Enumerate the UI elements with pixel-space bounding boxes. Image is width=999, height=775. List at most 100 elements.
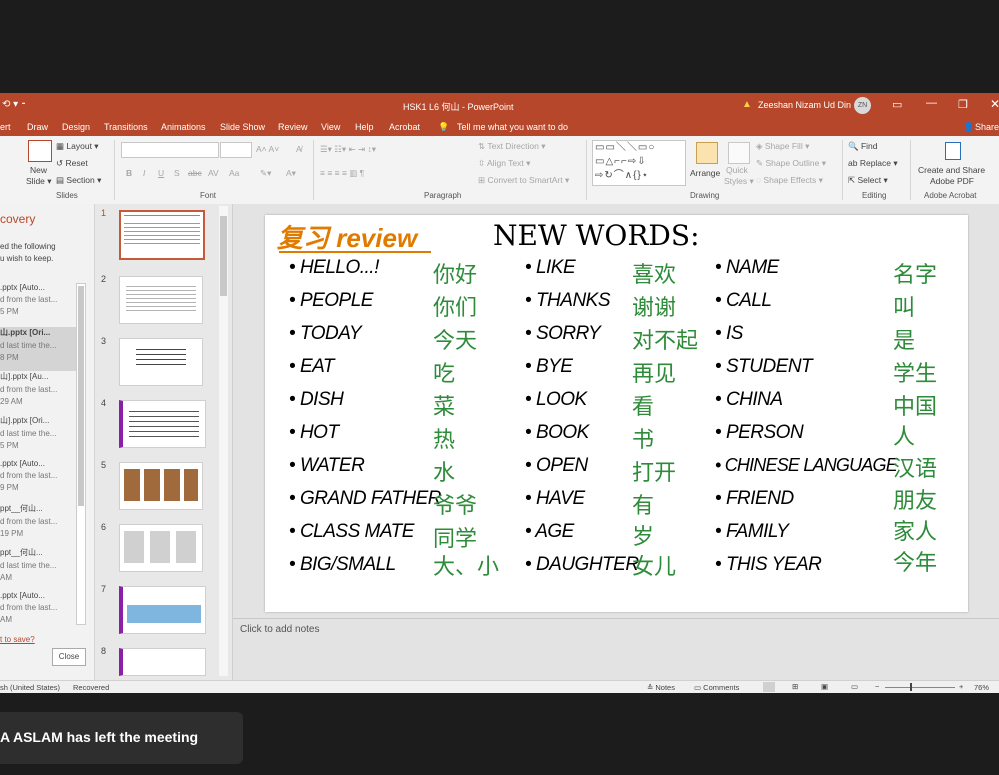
slide-canvas[interactable]: 复习 review NEW WORDS: • HELLO...! 你好 • PE… (265, 215, 968, 612)
ribbon-display-icon[interactable]: ▭ (892, 98, 902, 111)
quick-styles-icon[interactable] (728, 142, 750, 164)
shadow-button[interactable]: S (174, 168, 180, 178)
zoom-slider-thumb[interactable] (910, 683, 912, 691)
tab-help[interactable]: Help (355, 122, 374, 132)
slide-thumbnail-1[interactable] (119, 210, 205, 260)
thumb-images (124, 469, 198, 501)
tab-insert[interactable]: ert (0, 122, 11, 132)
language-status[interactable]: sh (United States) (0, 683, 60, 692)
font-name-box[interactable] (121, 142, 219, 158)
avatar[interactable]: ZN (854, 97, 871, 114)
zoom-out-icon[interactable]: − (875, 682, 879, 691)
notes-placeholder[interactable]: Click to add notes (240, 624, 320, 635)
font-size-icons[interactable]: A˄ A˅ (256, 144, 279, 154)
slide-thumbnail-7[interactable] (119, 586, 206, 634)
tab-transitions[interactable]: Transitions (104, 122, 148, 132)
italic-button[interactable]: I (143, 168, 145, 178)
user-name[interactable]: Zeeshan Nizam Ud Din (758, 100, 851, 110)
quick-styles-label[interactable]: Styles ▾ (724, 176, 754, 187)
slide-thumbnail-4[interactable] (119, 400, 206, 448)
tab-view[interactable]: View (321, 122, 340, 132)
recovery-item[interactable]: .pptx [Auto... d from the last... 5 PM (0, 283, 76, 327)
notes-pane[interactable]: Click to add notes (233, 618, 999, 640)
tab-acrobat[interactable]: Acrobat (389, 122, 420, 132)
create-pdf-button[interactable]: Create and Share (918, 165, 985, 175)
layout-button[interactable]: ▦ Layout ▾ (56, 141, 99, 152)
tab-review[interactable]: Review (278, 122, 308, 132)
quick-styles-button[interactable]: Quick (726, 165, 748, 175)
shape-fill-button[interactable]: ◈ Shape Fill ▾ (756, 141, 809, 152)
create-pdf-label[interactable]: Adobe PDF (930, 176, 974, 186)
align-text-button[interactable]: ⇳ Align Text ▾ (478, 158, 530, 169)
tab-draw[interactable]: Draw (27, 122, 48, 132)
scrollbar-thumb[interactable] (78, 286, 84, 506)
tab-slide-show[interactable]: Slide Show (220, 122, 265, 132)
adobe-pdf-icon[interactable] (945, 142, 961, 160)
thumbnails-scrollbar[interactable] (219, 206, 228, 676)
slideshow-icon[interactable]: ▭ (851, 682, 858, 691)
new-slide-label[interactable]: Slide ▾ (26, 176, 52, 187)
recovery-item[interactable]: 山].pptx [Ori... d last time the... 5 PM (0, 415, 76, 459)
recovery-item[interactable]: ppt__何山... d last time the... AM (0, 547, 76, 591)
comments-button[interactable]: ▭ Comments (694, 683, 739, 692)
recovery-item-time: 8 PM (0, 353, 19, 362)
scrollbar-thumb[interactable] (220, 216, 227, 296)
zoom-slider[interactable] (885, 687, 955, 688)
divider (313, 140, 314, 200)
find-button[interactable]: 🔍 Find (848, 141, 878, 152)
smartart-button[interactable]: ⊞ Convert to SmartArt ▾ (478, 175, 569, 186)
slide-thumbnail-3[interactable] (119, 338, 203, 386)
section-button[interactable]: ▤ Section ▾ (56, 175, 101, 186)
font-size-box[interactable] (220, 142, 252, 158)
replace-button[interactable]: ab Replace ▾ (848, 158, 898, 169)
shape-outline-button[interactable]: ✎ Shape Outline ▾ (756, 158, 826, 169)
slide-thumbnail-2[interactable] (119, 276, 203, 324)
new-slide-button[interactable]: New (30, 165, 47, 175)
shapes-gallery[interactable]: ▭▭＼＼▭○ ▭△⌐⌐⇨⇩ ⇨↻⌒∧{}⋆ (592, 140, 686, 186)
reset-button[interactable]: ↺ Reset (56, 158, 88, 169)
align-icons[interactable]: ≡ ≡ ≡ ≡ ▥ ¶ (320, 168, 364, 179)
new-slide-icon[interactable] (28, 140, 52, 162)
recovery-scrollbar[interactable] (76, 283, 86, 625)
slide-thumbnail-8[interactable] (119, 648, 206, 676)
close-icon[interactable]: ✕ (990, 97, 999, 111)
strikethrough-button[interactable]: abc (188, 168, 202, 178)
spacing-button[interactable]: AV (208, 168, 219, 178)
which-to-save-link[interactable]: t to save? (0, 635, 35, 644)
recovery-item[interactable]: .pptx [Auto... d from the last... 9 PM (0, 459, 76, 503)
change-case-button[interactable]: Aa (229, 168, 239, 178)
highlight-icon[interactable]: ✎▾ (260, 168, 271, 179)
bullets-icon[interactable]: ☰▾ ☷▾ ⇤ ⇥ ↕▾ (320, 144, 376, 155)
recovery-item[interactable]: ppt__何山... d from the last... 19 PM (0, 503, 76, 547)
recovery-item-selected[interactable]: 山.pptx [Ori... d last time the... 8 PM (0, 327, 76, 371)
minimize-icon[interactable]: — (926, 97, 937, 109)
qat-icons[interactable]: ⟲ ▾ ⁃ (2, 99, 26, 110)
notes-button[interactable]: ≙ Notes (647, 683, 675, 692)
zoom-in-icon[interactable]: + (959, 682, 963, 691)
arrange-button[interactable]: Arrange (690, 168, 720, 178)
arrange-icon[interactable] (696, 142, 718, 164)
font-color-icon[interactable]: A▾ (286, 168, 296, 179)
bold-button[interactable]: B (126, 168, 132, 178)
slide-thumbnail-5[interactable] (119, 462, 203, 510)
normal-view-icon[interactable] (763, 682, 775, 692)
recovery-item[interactable]: .pptx [Auto... d from the last... AM (0, 591, 76, 635)
tab-design[interactable]: Design (62, 122, 90, 132)
recovery-item[interactable]: 山].pptx [Au... d from the last... 29 AM (0, 371, 76, 415)
clear-format-icon[interactable]: A̸ (296, 144, 302, 154)
slide-sorter-icon[interactable]: ⊞ (792, 682, 798, 691)
zoom-level[interactable]: 76% (974, 683, 989, 692)
reading-view-icon[interactable]: ▣ (821, 682, 828, 691)
vocab-chinese: 你好 (433, 263, 478, 288)
select-button[interactable]: ⇱ Select ▾ (848, 175, 888, 186)
tell-me-search[interactable]: Tell me what you want to do (457, 122, 568, 132)
underline-button[interactable]: U (158, 168, 164, 178)
close-button[interactable]: Close (52, 648, 86, 666)
shape-effects-button[interactable]: ◌ Shape Effects ▾ (756, 175, 823, 186)
share-icon[interactable]: 👤 (963, 122, 974, 133)
restore-icon[interactable]: ❐ (958, 98, 968, 111)
text-direction-button[interactable]: ⇅ Text Direction ▾ (478, 141, 545, 152)
share-button[interactable]: Share (975, 122, 999, 132)
tab-animations[interactable]: Animations (161, 122, 206, 132)
slide-thumbnail-6[interactable] (119, 524, 203, 572)
